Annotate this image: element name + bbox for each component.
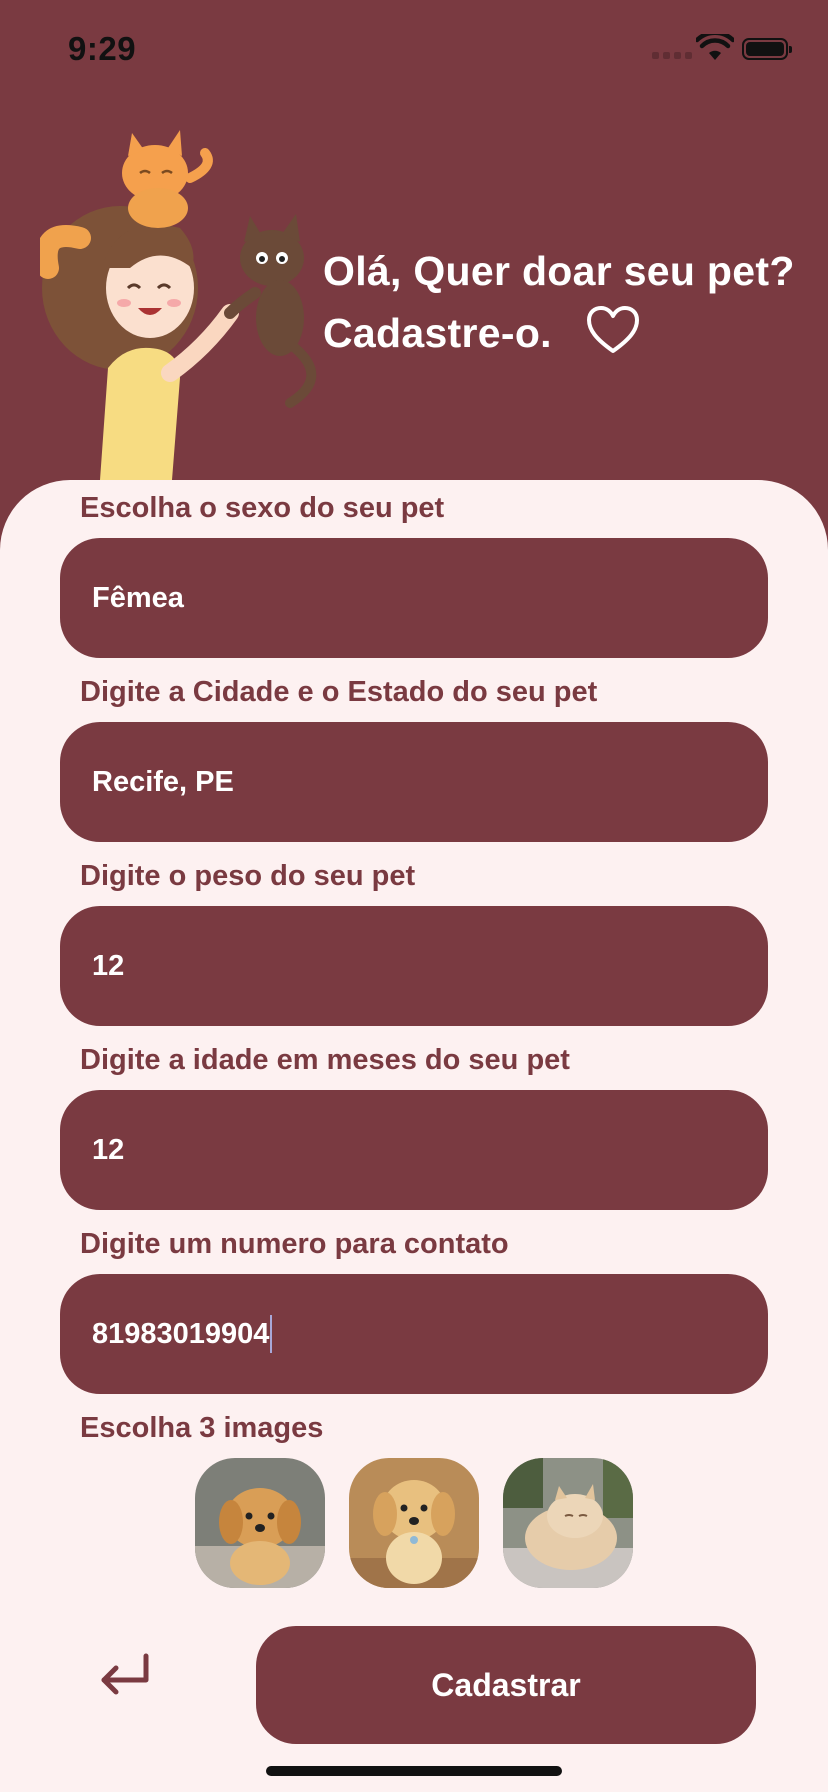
pet-image-thumbnail-3[interactable]	[503, 1458, 633, 1588]
weight-input[interactable]: 12	[60, 906, 768, 1026]
phone-label: Digite um numero para contato	[80, 1228, 509, 1260]
home-indicator[interactable]	[266, 1766, 562, 1776]
wifi-icon	[696, 34, 734, 60]
greeting-line-2: Cadastre-o.	[323, 302, 795, 364]
city-input[interactable]: Recife, PE	[60, 722, 768, 842]
city-label: Digite a Cidade e o Estado do seu pet	[80, 676, 598, 708]
status-bar: 9:29	[0, 0, 828, 100]
return-arrow-icon[interactable]	[96, 1650, 154, 1700]
woman-with-cats-illustration	[40, 130, 317, 480]
greeting-line-1: Olá, Quer doar seu pet?	[323, 248, 795, 294]
submit-button[interactable]: Cadastrar	[256, 1626, 756, 1744]
city-value: Recife, PE	[92, 765, 234, 798]
weight-value: 12	[92, 949, 125, 982]
sex-select[interactable]: Fêmea	[60, 538, 768, 658]
battery-icon	[742, 38, 792, 60]
puppy-photo-1	[195, 1458, 325, 1588]
sex-value: Fêmea	[92, 581, 184, 614]
text-cursor	[270, 1315, 273, 1353]
pet-image-thumbnail-1[interactable]	[195, 1458, 325, 1588]
greeting-line-2-text: Cadastre-o.	[323, 310, 552, 356]
age-value: 12	[92, 1133, 125, 1166]
phone-value: 81983019904	[92, 1317, 270, 1350]
puppy-photo-2	[349, 1458, 479, 1588]
phone-input[interactable]: 81983019904	[60, 1274, 768, 1394]
sex-label: Escolha o sexo do seu pet	[80, 492, 445, 524]
weight-label: Digite o peso do seu pet	[80, 860, 416, 892]
pet-image-thumbnail-2[interactable]	[349, 1458, 479, 1588]
cellular-signal-icon	[652, 52, 692, 59]
heart-icon	[586, 306, 639, 354]
age-input[interactable]: 12	[60, 1090, 768, 1210]
age-label: Digite a idade em meses do seu pet	[80, 1044, 570, 1076]
status-time: 9:29	[68, 30, 137, 67]
greeting-heading: Olá, Quer doar seu pet? Cadastre-o.	[323, 240, 795, 364]
images-label: Escolha 3 images	[80, 1412, 324, 1444]
cat-photo	[503, 1458, 633, 1588]
